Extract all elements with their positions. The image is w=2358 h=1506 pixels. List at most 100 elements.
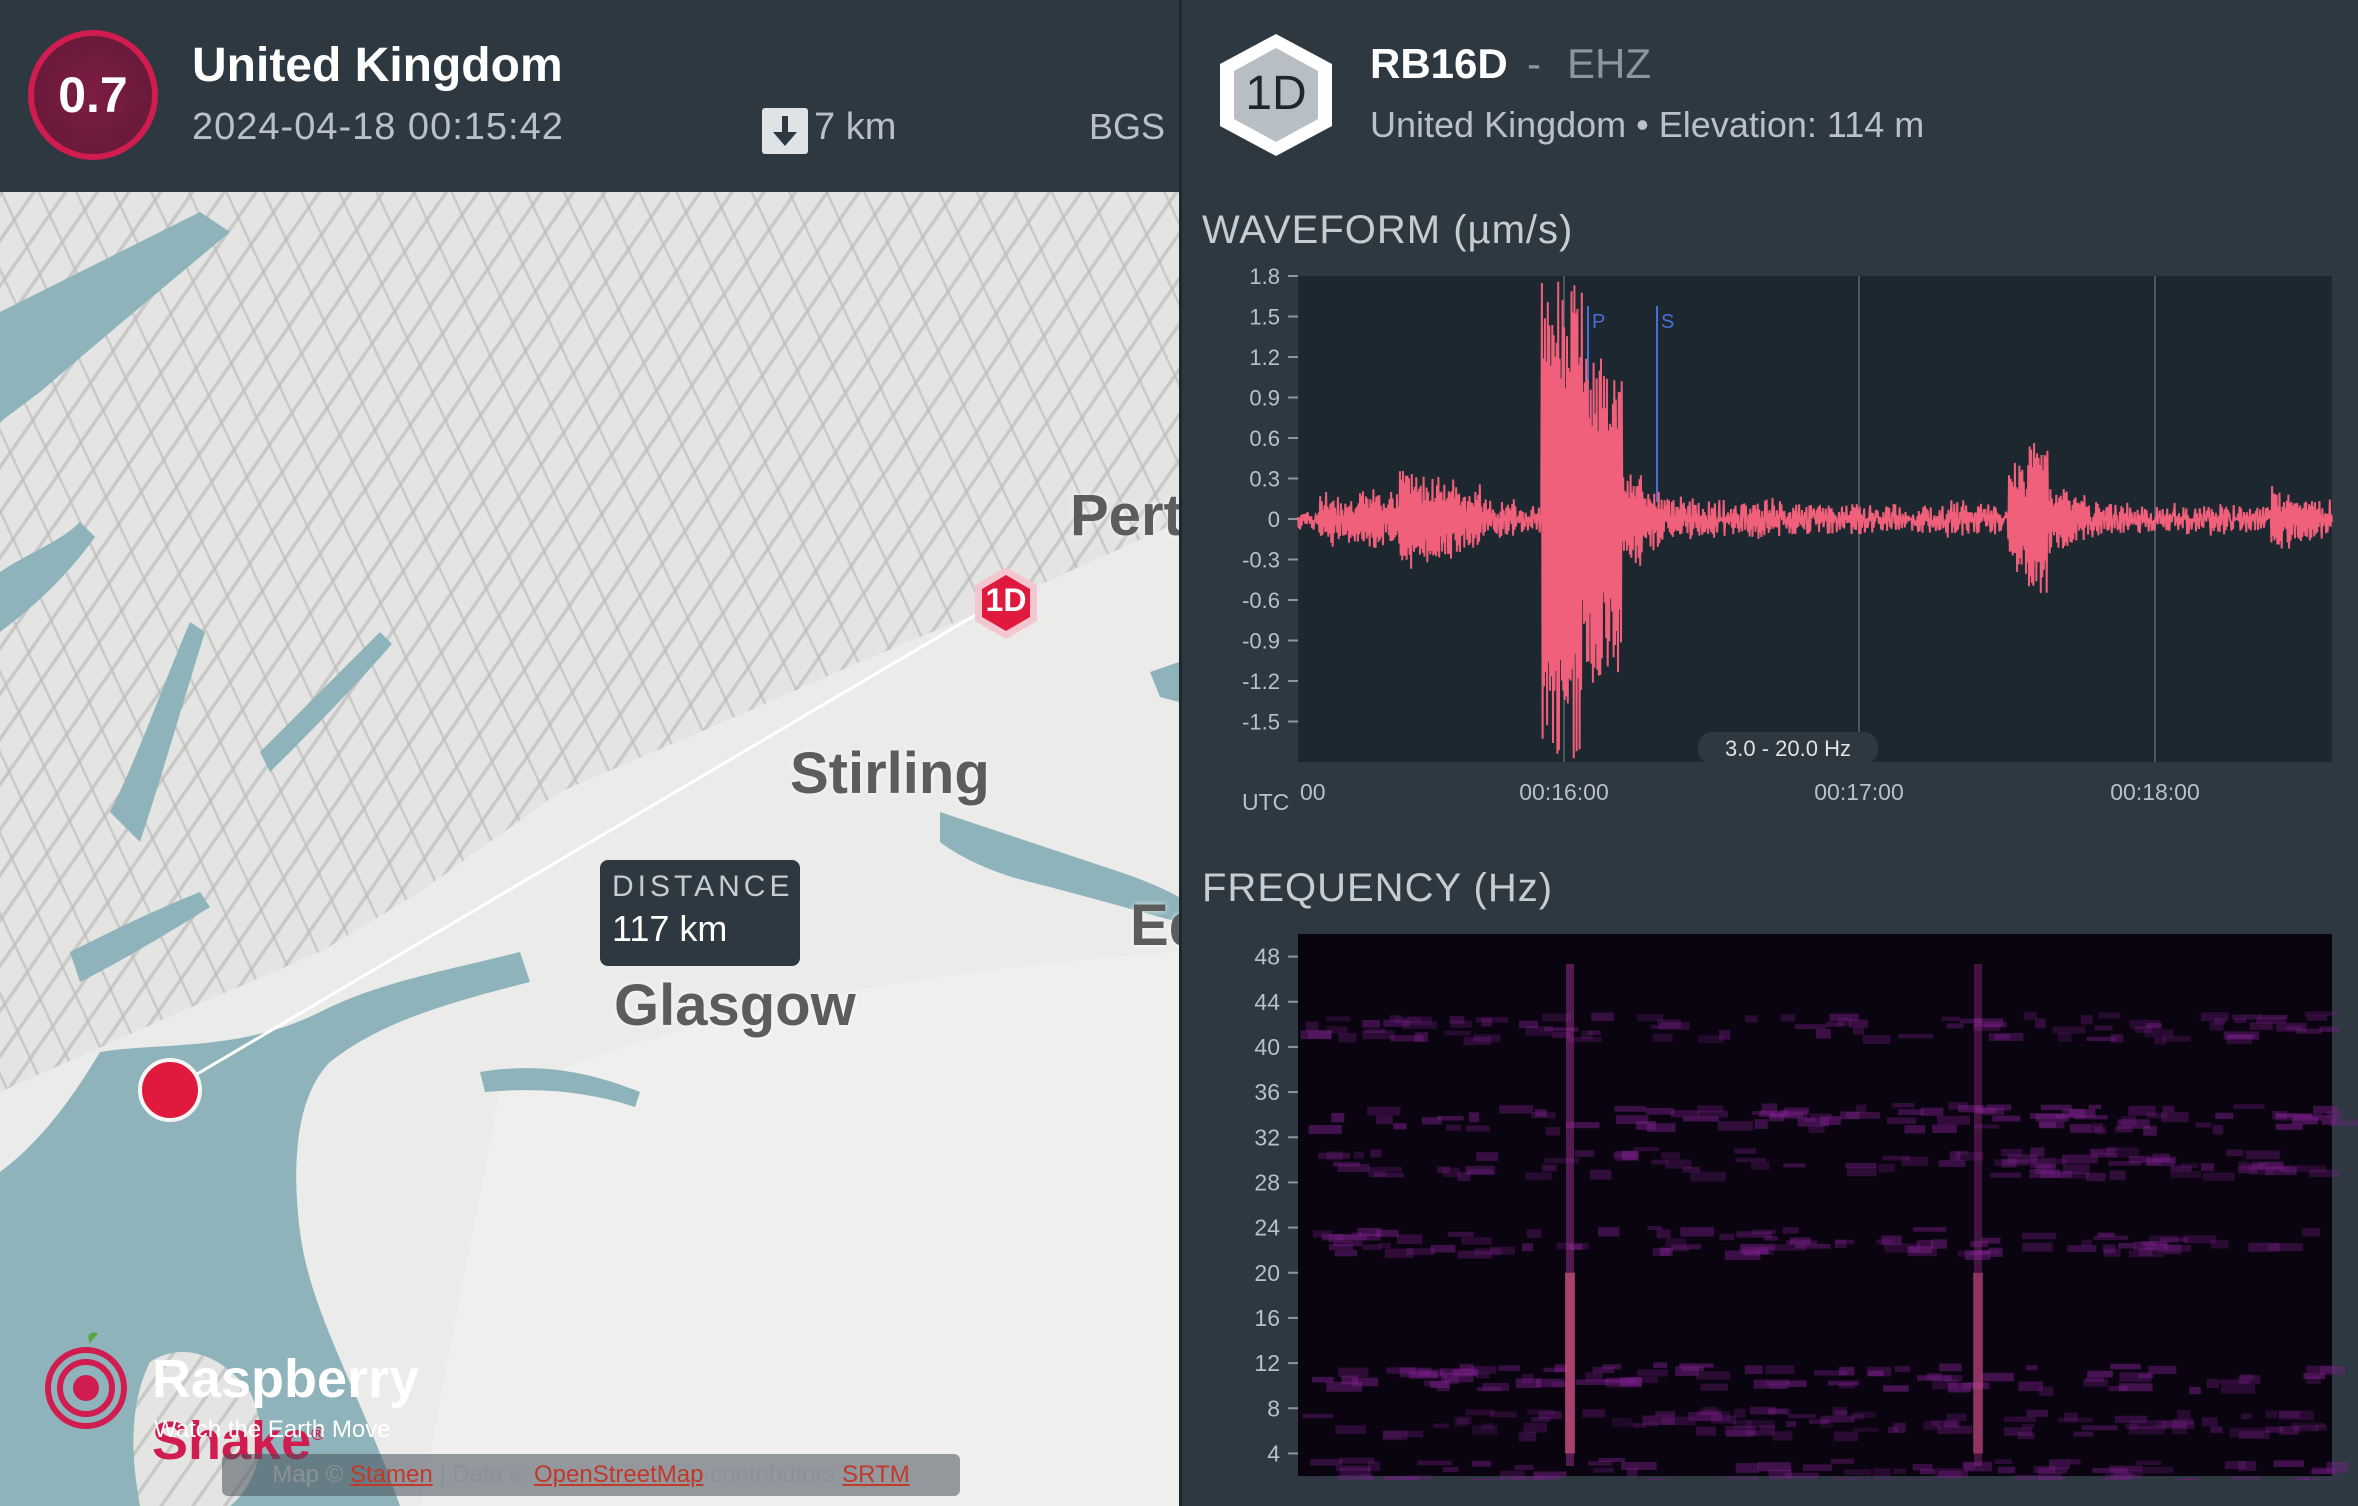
spectrogram-band-cell xyxy=(2052,1026,2086,1034)
event-header[interactable]: 0.7 United Kingdom 2024-04-18 00:15:42 7… xyxy=(0,0,1179,192)
spectrogram-band-cell xyxy=(1457,1171,1471,1182)
spectrogram-band-cell xyxy=(2273,1165,2292,1172)
spectrogram-band-cell xyxy=(1331,1113,1345,1123)
map-view[interactable]: 1D Pert Stirling Ed Glasgow DISTANCE 117… xyxy=(0,192,1179,1506)
spectrogram-band-cell xyxy=(1652,1033,1673,1042)
station-elevation: Elevation: 114 m xyxy=(1658,104,1925,145)
spectrogram-band-cell xyxy=(1591,1012,1615,1022)
spectrogram-band-cell xyxy=(1872,1468,1891,1477)
spectrogram-band-cell xyxy=(1543,1367,1567,1373)
spectrogram-band-cell xyxy=(1353,1151,1365,1159)
attribution-osm-link[interactable]: OpenStreetMap xyxy=(534,1461,703,1489)
frequency-title: FREQUENCY (Hz) xyxy=(1202,866,1554,910)
spectrogram-band-cell xyxy=(1370,1149,1382,1158)
spectrogram-band-cell xyxy=(2057,1417,2094,1423)
spectrogram-band-cell xyxy=(1724,1250,1761,1261)
spectrogram-band-cell xyxy=(2109,1170,2126,1181)
spectrogram-band-cell xyxy=(1646,1108,1675,1115)
spectrogram-band-cell xyxy=(1376,1115,1393,1125)
spectrogram-band-cell xyxy=(1833,1477,1862,1480)
phase-marker-label-s: S xyxy=(1661,311,1674,333)
spectrogram-band-cell xyxy=(1979,1249,1999,1254)
spectrogram-band-cell xyxy=(1757,1462,1792,1472)
spectrogram-band-cell xyxy=(2098,1012,2121,1019)
map-attribution: Map © Stamen | Data © OpenStreetMap cont… xyxy=(222,1454,960,1496)
spectrogram-band-cell xyxy=(1358,1474,1373,1480)
spectrogram-band-cell xyxy=(1765,1365,1795,1375)
spectrogram-band-cell xyxy=(2004,1416,2036,1422)
spectrogram-band-cell xyxy=(2232,1014,2262,1020)
spectrogram-band-cell xyxy=(1931,1239,1947,1249)
spectrogram-band-cell xyxy=(2148,1365,2177,1375)
spectrogram-band-cell xyxy=(1887,1117,1917,1124)
raspberry-shake-logo[interactable]: Raspberry Shake® Watch the Earth Move xyxy=(44,1330,604,1471)
spectrogram-band-cell xyxy=(2022,1423,2035,1429)
spectrogram-band-cell xyxy=(1981,1237,2001,1244)
spectrogram-band-cell xyxy=(2170,1171,2202,1179)
spectrogram-band-cell xyxy=(2154,1037,2167,1045)
spectrogram-band-cell xyxy=(2209,1021,2224,1031)
spectrogram-band-cell xyxy=(1660,1152,1681,1159)
spectrogram-band-cell xyxy=(1897,1109,1925,1116)
spectrogram-band-cell xyxy=(1719,1233,1735,1241)
spectrogram-band-cell xyxy=(1475,1017,1509,1023)
station-code: RB16D xyxy=(1370,40,1508,87)
epicenter-marker xyxy=(138,1058,202,1122)
spectrogram-band-cell xyxy=(1519,1020,1538,1029)
spectrogram-band-cell xyxy=(1585,1372,1603,1382)
spectrogram-band-cell xyxy=(1665,1238,1687,1247)
spectrogram-band-cell xyxy=(1396,1234,1423,1245)
spectrogram-band-cell xyxy=(1855,1104,1867,1114)
spectrogram-band-cell xyxy=(1937,1115,1971,1125)
spectrogram-band-cell xyxy=(2026,1409,2048,1417)
waveform-y-tick-label: 0 xyxy=(1268,507,1280,532)
spectrogram-band-cell xyxy=(1830,1458,1854,1464)
spectrogram-band-cell xyxy=(1833,1431,1859,1442)
station-map-marker-label: 1D xyxy=(985,582,1027,618)
attribution-stamen-link[interactable]: Stamen xyxy=(350,1461,433,1489)
spectrogram-band-cell xyxy=(1700,1383,1728,1391)
spectrogram-band-cell xyxy=(1962,1462,1976,1470)
spectrogram-band-cell xyxy=(1849,1019,1869,1028)
spectrogram-band-cell xyxy=(1582,1409,1606,1418)
spectrogram-band-cell xyxy=(2312,1467,2337,1475)
spectrogram-band-cell xyxy=(2141,1466,2174,1474)
spectrogram-band-cell xyxy=(1545,1127,1560,1136)
spectrogram-band-cell xyxy=(1938,1470,1968,1479)
spectrogram-band-cell xyxy=(1947,1382,1971,1393)
spectrogram-band-cell xyxy=(2136,1460,2162,1465)
spectrogram-band-cell xyxy=(1820,1415,1855,1423)
spectrogram-band-cell xyxy=(2231,1476,2260,1480)
filter-badge-label: 3.0 - 20.0 Hz xyxy=(1725,736,1851,761)
spectrogram-band-cell xyxy=(1725,1475,1759,1480)
spectrogram-band-cell xyxy=(1913,1227,1947,1232)
waveform-chart[interactable]: 1.8 1.5 1.2 0.9 0.6 0.3 0 -0.3 -0.6 -0.9 -1.2 -1.5 0… xyxy=(1182,262,2358,822)
spectrogram-band-cell xyxy=(1514,1464,1534,1471)
frequency-chart[interactable]: 48 44 40 36 32 28 24 20 16 12 8 4 xyxy=(1182,920,2358,1480)
spectrogram-band-cell xyxy=(1773,1244,1807,1251)
spectrogram-band-cell xyxy=(1452,1369,1479,1377)
spectrogram-band-cell xyxy=(1498,1365,1521,1371)
waveform-y-tick-label: -1.5 xyxy=(1242,710,1280,735)
spectrogram-band-cell xyxy=(2195,1122,2212,1128)
spectrogram-band-cell xyxy=(1651,1159,1668,1165)
spectrogram-band-cell xyxy=(1718,1029,1731,1040)
spectrogram-band-cell xyxy=(1417,1460,1452,1466)
station-separator: - xyxy=(1527,40,1541,87)
station-badge[interactable]: 1D xyxy=(1214,30,1338,165)
spectrogram-band-cell xyxy=(2039,1386,2054,1397)
spectrogram-band-cell xyxy=(1373,1172,1404,1178)
spectrogram-band-cell xyxy=(1590,1169,1612,1180)
spectrogram-band-cell xyxy=(1981,1372,2014,1382)
spectrogram-plot-area xyxy=(1298,934,2332,1476)
arrow-down-icon xyxy=(762,108,808,154)
attribution-srtm-link[interactable]: SRTM xyxy=(842,1461,910,1489)
spectrogram-band-cell xyxy=(2200,1012,2229,1022)
spectrogram-band-cell xyxy=(2330,1119,2358,1127)
spectrogram-band-cell xyxy=(2162,1036,2191,1042)
spectrogram-band-cell xyxy=(1383,1476,1419,1480)
event-datetime: 2024-04-18 00:15:42 xyxy=(192,106,564,148)
spectrogram-band-cell xyxy=(2233,1104,2265,1109)
spectrogram-band-cell xyxy=(1883,1385,1909,1392)
spectrogram-band-cell xyxy=(1932,1124,1957,1134)
